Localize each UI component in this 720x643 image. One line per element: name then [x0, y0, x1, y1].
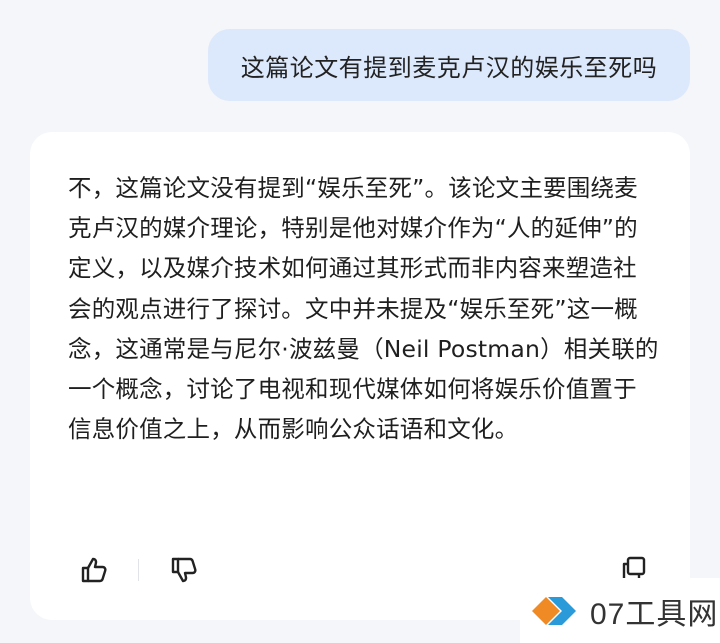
- thumbs-down-icon: [171, 557, 197, 583]
- user-message-text: 这篇论文有提到麦克卢汉的娱乐至死吗: [240, 53, 658, 82]
- watermark-logo-icon: [528, 586, 588, 636]
- assistant-message-text: 不，这篇论文没有提到“娱乐至死”。该论文主要围绕麦克卢汉的媒介理论，特别是他对媒…: [68, 174, 659, 444]
- user-message-bubble: 这篇论文有提到麦克卢汉的娱乐至死吗: [208, 29, 690, 101]
- action-divider: [138, 559, 139, 581]
- assistant-message-card: 不，这篇论文没有提到“娱乐至死”。该论文主要围绕麦克卢汉的媒介理论，特别是他对媒…: [30, 132, 690, 620]
- like-button[interactable]: [74, 550, 114, 590]
- watermark-text: 07工具网: [590, 597, 719, 631]
- thumbs-up-icon: [81, 557, 107, 583]
- dislike-button[interactable]: [164, 550, 204, 590]
- watermark: 07工具网: [520, 578, 720, 643]
- chat-page: 这篇论文有提到麦克卢汉的娱乐至死吗 不，这篇论文没有提到“娱乐至死”。该论文主要…: [0, 0, 720, 643]
